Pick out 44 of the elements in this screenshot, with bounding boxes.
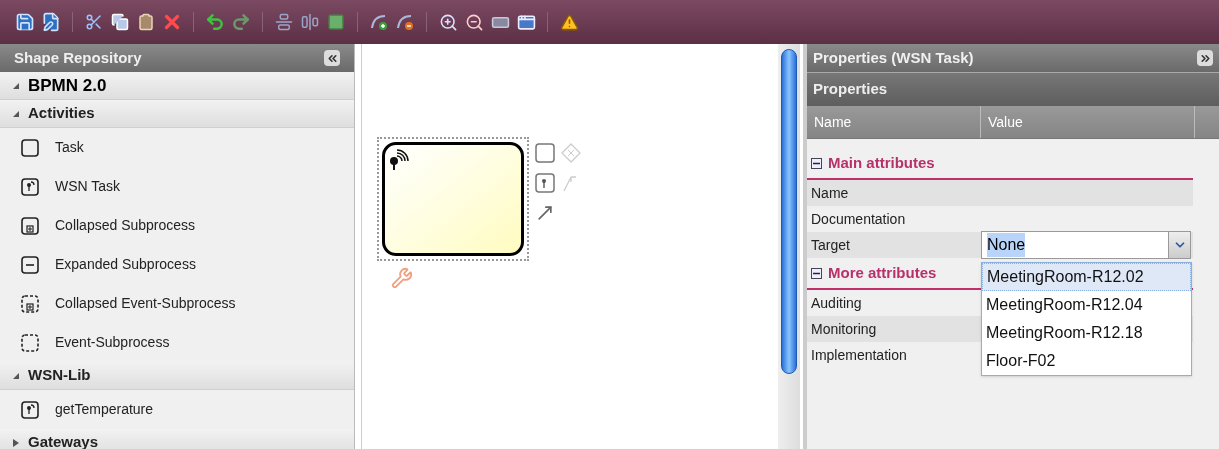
- collapsed-event-subprocess-icon: [20, 293, 40, 314]
- property-name: Auditing: [810, 293, 863, 313]
- scrollbar-thumb[interactable]: [781, 49, 797, 374]
- task-shape-icon[interactable]: [535, 143, 555, 163]
- connector-arrow-icon[interactable]: [535, 203, 555, 223]
- properties-subheader: Properties: [807, 73, 1219, 106]
- property-name: Documentation: [810, 209, 907, 229]
- event-subprocess-icon: [20, 332, 40, 353]
- dropdown-option[interactable]: MeetingRoom-R12.04: [982, 291, 1191, 319]
- wsn-task-icon: [20, 176, 40, 197]
- shape-item[interactable]: Collapsed Subprocess: [0, 206, 354, 245]
- collapsed-triangle-icon[interactable]: [12, 438, 20, 447]
- section-title: WSN-Lib: [28, 365, 91, 386]
- wsn-function-icon: [20, 399, 40, 420]
- property-name: Implementation: [810, 345, 908, 365]
- panel-title: Shape Repository: [14, 47, 142, 68]
- expanded-subprocess-icon: [20, 254, 40, 275]
- section-title: BPMN 2.0: [28, 74, 107, 97]
- sensor-icon: [388, 148, 410, 172]
- collapse-button[interactable]: [324, 50, 340, 66]
- panel-title: Properties (WSN Task): [813, 47, 974, 68]
- expanded-triangle-icon[interactable]: [12, 371, 20, 380]
- dropdown-option[interactable]: MeetingRoom-R12.02: [982, 263, 1191, 291]
- shape-item[interactable]: getTemperature: [0, 390, 354, 429]
- collapse-icon[interactable]: [811, 157, 822, 169]
- property-name: Target: [810, 235, 851, 255]
- shape-item[interactable]: WSN Task: [0, 167, 354, 206]
- dropdown-option[interactable]: Floor-F02: [982, 347, 1191, 375]
- expanded-triangle-icon[interactable]: [12, 109, 20, 118]
- property-name: Name: [810, 183, 850, 203]
- property-name: Monitoring: [810, 319, 878, 339]
- shape-item[interactable]: Collapsed Event-Subprocess: [0, 284, 354, 323]
- collapsed-subprocess-icon: [20, 215, 40, 236]
- collapse-icon[interactable]: [811, 267, 822, 279]
- dropdown-option[interactable]: MeetingRoom-R12.18: [982, 319, 1191, 347]
- shape-item[interactable]: Event-Subprocess: [0, 323, 354, 362]
- shape-item[interactable]: Expanded Subprocess: [0, 245, 354, 284]
- shape-item[interactable]: Task: [0, 128, 354, 167]
- task-icon: [20, 137, 40, 158]
- collapse-button[interactable]: [1197, 50, 1213, 66]
- expanded-triangle-icon[interactable]: [12, 81, 20, 90]
- target-select[interactable]: None: [981, 231, 1191, 259]
- section-title: Activities: [28, 103, 95, 124]
- wsn-task-shape-icon[interactable]: [535, 173, 555, 193]
